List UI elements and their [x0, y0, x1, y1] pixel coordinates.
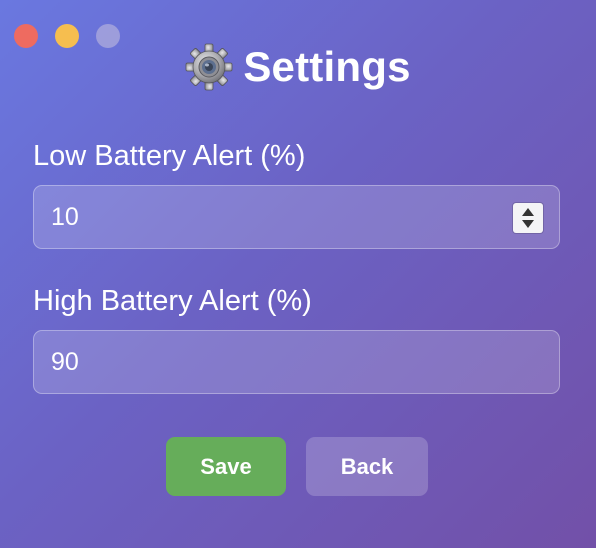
high-battery-label: High Battery Alert (%) — [33, 285, 312, 317]
gear-icon — [185, 43, 233, 91]
low-battery-field[interactable] — [33, 185, 560, 249]
save-button[interactable]: Save — [166, 437, 286, 496]
stepper-down-icon[interactable] — [522, 220, 534, 228]
stepper-up-icon[interactable] — [522, 208, 534, 216]
high-battery-input[interactable] — [34, 331, 559, 393]
high-battery-field[interactable] — [33, 330, 560, 394]
number-stepper[interactable] — [513, 203, 543, 233]
low-battery-input[interactable] — [34, 186, 559, 248]
back-button[interactable]: Back — [306, 437, 428, 496]
page-title: Settings — [243, 43, 411, 90]
header: Settings — [0, 40, 596, 94]
low-battery-label: Low Battery Alert (%) — [33, 140, 306, 172]
